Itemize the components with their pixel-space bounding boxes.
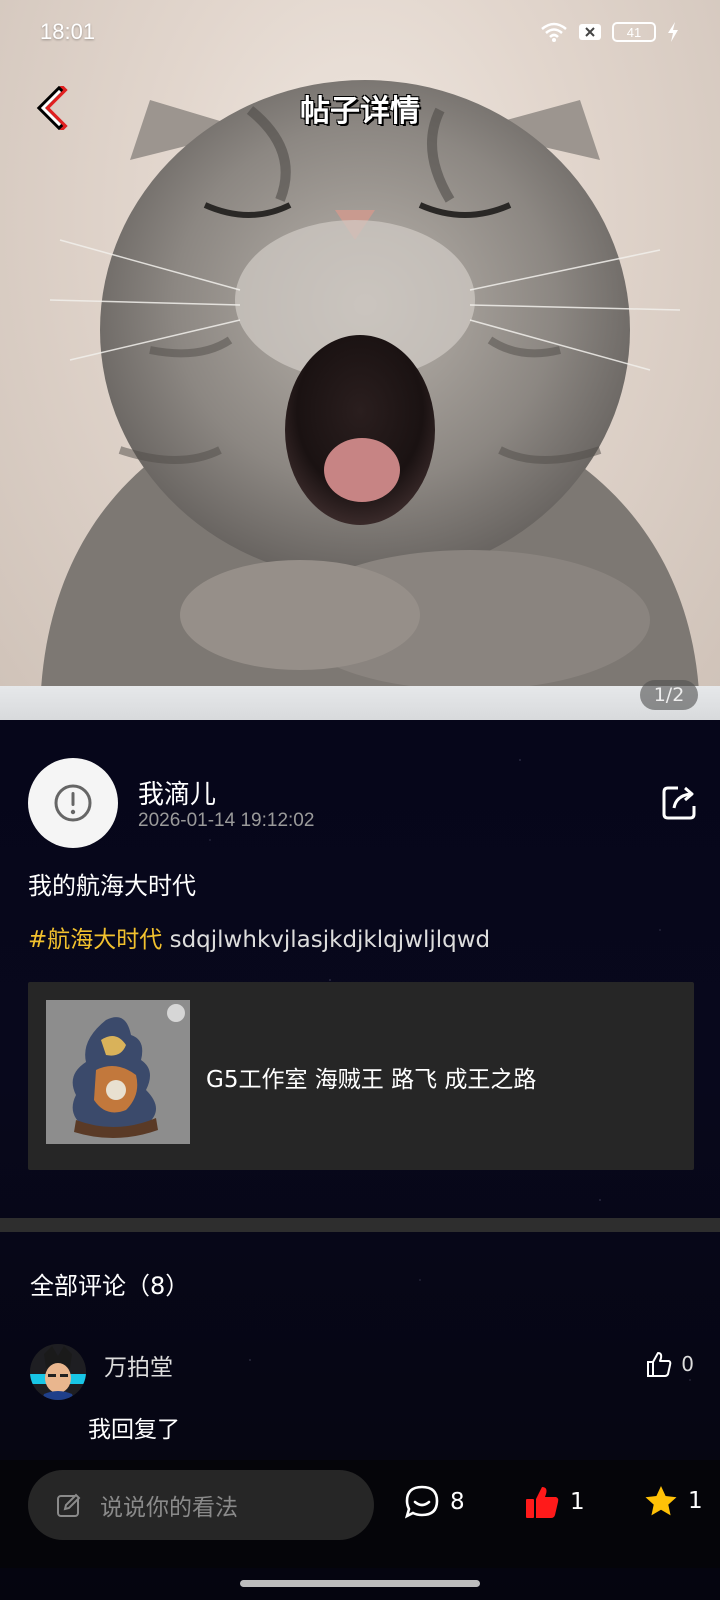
comments-heading: 全部评论（8）: [30, 1272, 190, 1300]
thumbs-up-icon: [647, 1352, 672, 1377]
comment-count: 8: [450, 1489, 465, 1515]
product-thumbnail: [46, 1000, 190, 1144]
share-button[interactable]: [660, 782, 700, 822]
bottom-action-bar: 说说你的看法 8 1 1: [0, 1460, 720, 1568]
like-count: 1: [570, 1489, 585, 1515]
comment-icon: [404, 1485, 439, 1519]
commenter-avatar[interactable]: [30, 1344, 86, 1400]
post-hashtag[interactable]: #航海大时代: [28, 927, 162, 953]
home-indicator[interactable]: [240, 1580, 480, 1587]
comment-input-placeholder: 说说你的看法: [100, 1495, 238, 1521]
post-text: sdqjlwhkvjlasjkdjklqjwljlqwd: [162, 927, 491, 953]
post-timestamp: 2026-01-14 19:12:02: [138, 810, 315, 831]
like-button[interactable]: 1: [524, 1484, 585, 1520]
sim-icon: [579, 24, 601, 40]
image-counter: 1/2: [640, 680, 698, 710]
author-name[interactable]: 我滴儿: [138, 774, 216, 811]
section-divider: [0, 1218, 720, 1232]
photo-table-edge: [0, 686, 720, 720]
page-title: 帖子详情: [300, 94, 420, 129]
edit-icon: [57, 1493, 81, 1517]
nav-header: 帖子详情: [0, 74, 720, 138]
favorite-button[interactable]: 1: [644, 1484, 703, 1518]
post-title: 我的航海大时代: [28, 872, 196, 900]
post-body: #航海大时代 sdqjlwhkvjlasjkdjklqjwljlqwd: [28, 920, 490, 954]
comment-text: 我回复了: [88, 1417, 180, 1443]
product-title: G5工作室 海贼王 路飞 成王之路: [206, 1067, 537, 1093]
alert-icon: [54, 784, 92, 822]
comment-count-button[interactable]: 8: [404, 1484, 465, 1520]
status-time: 18:01: [40, 19, 96, 44]
author-avatar[interactable]: [28, 758, 118, 848]
wifi-icon: [541, 22, 567, 42]
comment-like-count: 0: [681, 1352, 694, 1376]
linked-product-card[interactable]: G5工作室 海贼王 路飞 成王之路: [28, 982, 694, 1170]
author-row: 我滴儿 2026-01-14 19:12:02: [28, 758, 700, 848]
status-icons: 41: [540, 21, 680, 43]
favorite-count: 1: [688, 1488, 703, 1514]
battery-icon: 41: [612, 22, 656, 42]
thumbs-up-icon: [526, 1487, 559, 1518]
comment-item: 万拍堂 我回复了 0: [30, 1344, 694, 1444]
comment-like-button[interactable]: 0: [645, 1350, 694, 1378]
charging-icon: [668, 22, 678, 42]
commenter-name[interactable]: 万拍堂: [104, 1348, 173, 1382]
comment-input[interactable]: 说说你的看法: [28, 1470, 374, 1540]
share-icon: [662, 786, 696, 820]
star-icon: [645, 1486, 677, 1516]
status-bar: 18:01 41: [0, 0, 720, 64]
